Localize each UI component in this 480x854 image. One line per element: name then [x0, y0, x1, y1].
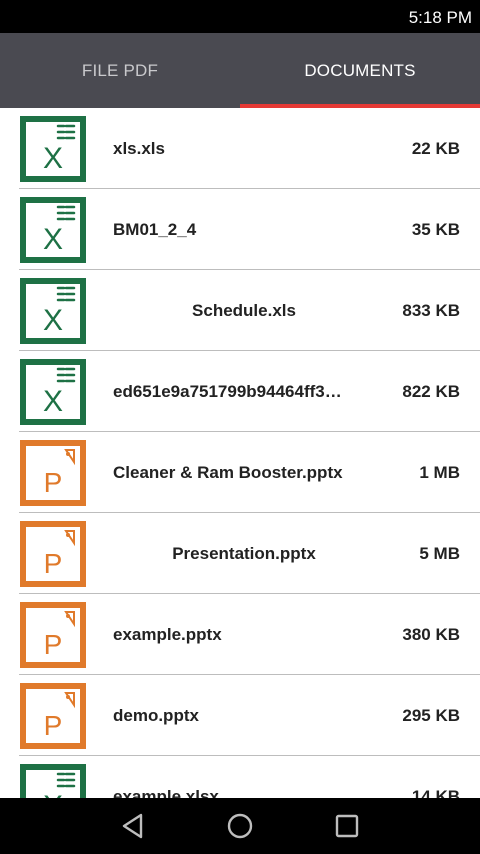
tab-bar: FILE PDF DOCUMENTS: [0, 33, 480, 108]
documents-list[interactable]: X xls.xls 22 KB X BM01_2_4 35 KB X Sched…: [0, 108, 480, 798]
tab-documents[interactable]: DOCUMENTS: [240, 33, 480, 108]
excel-icon: X: [20, 116, 86, 182]
home-icon[interactable]: [226, 812, 254, 840]
excel-icon: X: [20, 197, 86, 263]
file-name: BM01_2_4: [113, 219, 197, 239]
svg-text:X: X: [43, 304, 63, 337]
list-item[interactable]: P Cleaner & Ram Booster.pptx 1 MB: [0, 432, 480, 513]
file-name: example.xlsx: [113, 786, 219, 799]
powerpoint-icon: P: [20, 521, 86, 587]
svg-text:X: X: [43, 142, 63, 175]
back-icon[interactable]: [119, 812, 147, 840]
list-item[interactable]: X xls.xls 22 KB: [0, 108, 480, 189]
list-item[interactable]: P demo.pptx 295 KB: [0, 675, 480, 756]
status-time: 5:18 PM: [408, 8, 472, 27]
file-size: 833 KB: [402, 300, 460, 320]
file-name: example.pptx: [113, 624, 222, 644]
file-name: Schedule.xls: [192, 300, 296, 320]
file-size: 5 MB: [419, 543, 460, 563]
list-item[interactable]: X example.xlsx 14 KB: [0, 756, 480, 798]
list-item[interactable]: P Presentation.pptx 5 MB: [0, 513, 480, 594]
svg-text:X: X: [43, 790, 63, 798]
powerpoint-icon: P: [20, 683, 86, 749]
svg-text:P: P: [44, 467, 63, 498]
powerpoint-icon: P: [20, 602, 86, 668]
svg-text:P: P: [44, 710, 63, 741]
file-name: ed651e9a751799b94464ff3…: [113, 381, 342, 401]
status-bar: 5:18 PM: [0, 0, 480, 33]
file-name: xls.xls: [113, 138, 165, 158]
navigation-bar: [0, 798, 480, 854]
svg-text:X: X: [43, 223, 63, 256]
file-size: 822 KB: [402, 381, 460, 401]
file-size: 35 KB: [411, 219, 460, 239]
powerpoint-icon: P: [20, 440, 86, 506]
file-size: 380 KB: [402, 624, 460, 644]
list-item[interactable]: X BM01_2_4 35 KB: [0, 189, 480, 270]
recents-icon[interactable]: [333, 812, 361, 840]
file-size: 1 MB: [419, 462, 460, 482]
excel-icon: X: [20, 764, 86, 798]
file-size: 22 KB: [411, 138, 460, 158]
list-item[interactable]: X Schedule.xls 833 KB: [0, 270, 480, 351]
file-size: 14 KB: [411, 786, 460, 799]
excel-icon: X: [20, 278, 86, 344]
file-name: Cleaner & Ram Booster.pptx: [113, 462, 343, 482]
list-item[interactable]: P example.pptx 380 KB: [0, 594, 480, 675]
file-name: demo.pptx: [113, 705, 199, 725]
file-name: Presentation.pptx: [172, 543, 316, 563]
svg-text:P: P: [44, 548, 63, 579]
excel-icon: X: [20, 359, 86, 425]
svg-text:P: P: [44, 629, 63, 660]
svg-text:X: X: [43, 385, 63, 418]
list-item[interactable]: X ed651e9a751799b94464ff3… 822 KB: [0, 351, 480, 432]
tab-file-pdf[interactable]: FILE PDF: [0, 33, 240, 108]
file-size: 295 KB: [402, 705, 460, 725]
